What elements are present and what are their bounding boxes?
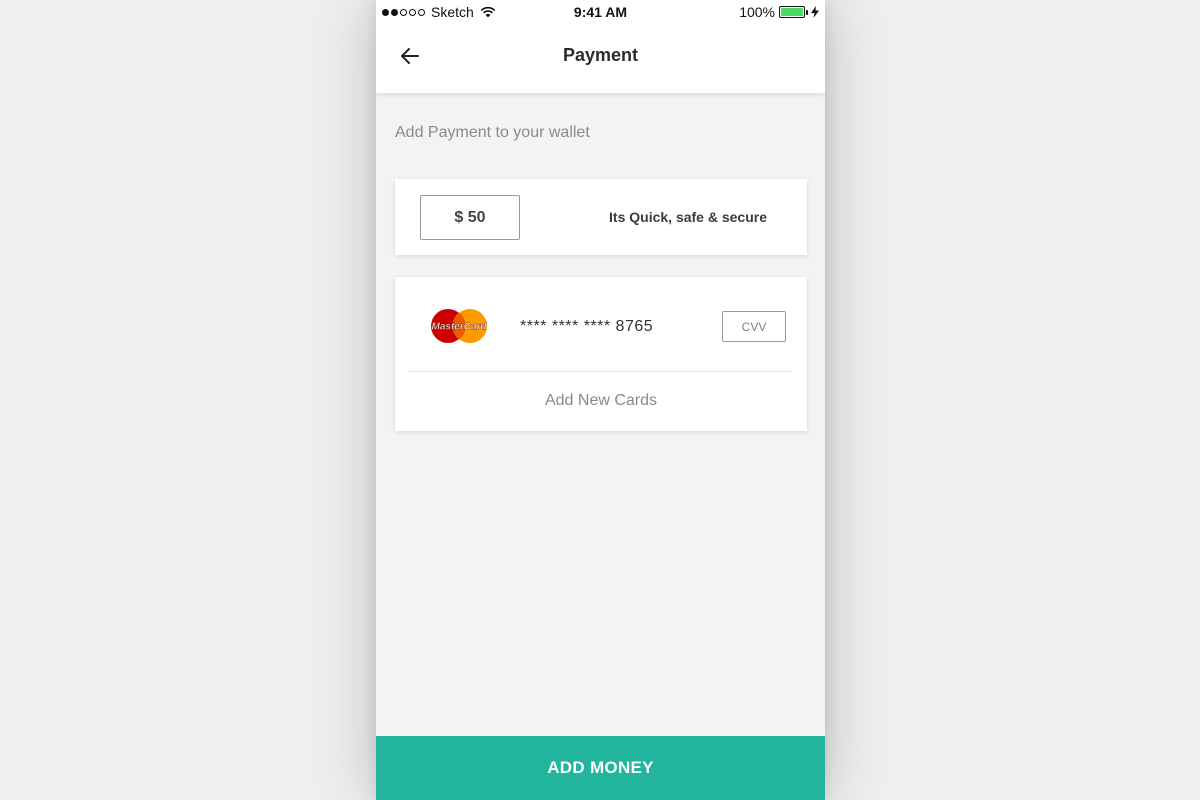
battery-percent: 100%	[739, 4, 775, 20]
mastercard-logo-icon: MasterCard	[431, 309, 488, 343]
cvv-input[interactable]	[722, 311, 786, 342]
mastercard-logo-text: MasterCard	[431, 322, 487, 333]
top-bar: Sketch 9:41 AM 100% Payment	[376, 0, 825, 93]
section-subtitle: Add Payment to your wallet	[395, 124, 590, 141]
status-right: 100%	[739, 4, 819, 20]
security-tagline: Its Quick, safe & secure	[609, 209, 767, 225]
battery-fill	[781, 8, 803, 16]
phone-screen: Sketch 9:41 AM 100% Payment Add Payment …	[376, 0, 825, 800]
nav-header: Payment	[376, 26, 825, 93]
status-bar: Sketch 9:41 AM 100%	[376, 0, 825, 26]
card-number: **** **** **** 8765	[520, 318, 654, 335]
divider	[409, 371, 791, 372]
page-title: Payment	[562, 45, 639, 65]
add-new-cards-link[interactable]: Add New Cards	[395, 392, 807, 410]
add-money-button[interactable]: ADD MONEY	[376, 736, 825, 800]
battery-icon	[779, 6, 808, 18]
charging-bolt-icon	[811, 6, 819, 18]
amount-card: $ 50 Its Quick, safe & secure	[395, 179, 807, 255]
amount-input[interactable]: $ 50	[420, 195, 520, 240]
saved-card-panel: MasterCard **** **** **** 8765 Add New C…	[395, 277, 807, 431]
